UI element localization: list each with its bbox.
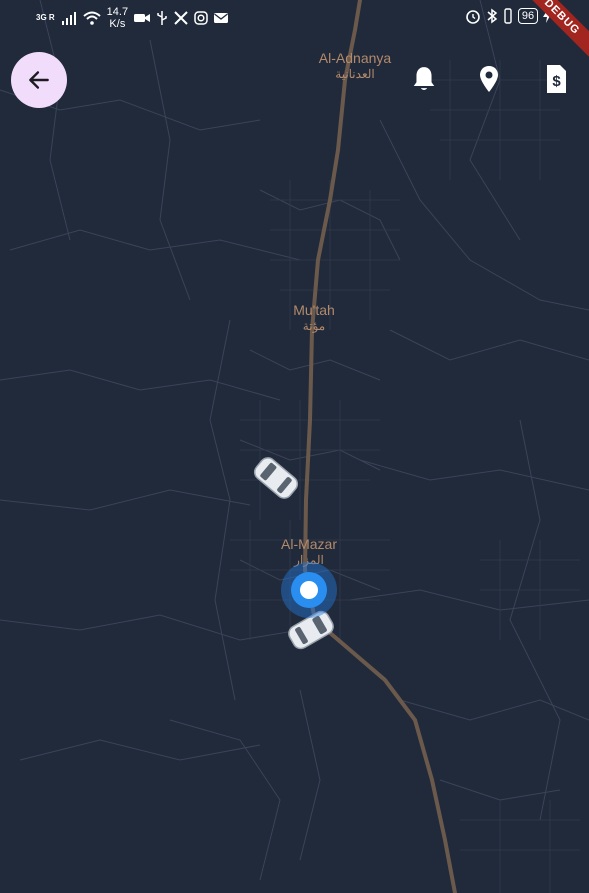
arrow-left-icon bbox=[29, 71, 49, 89]
notifications-button[interactable] bbox=[410, 64, 438, 94]
x-twitter-icon bbox=[174, 11, 188, 25]
place-label-al-adnanya: Al-Adnanya العدنانية bbox=[318, 50, 392, 81]
status-bar-left: 3G R 14.7 K/s bbox=[36, 6, 229, 30]
back-button[interactable] bbox=[11, 52, 67, 108]
vibrate-icon bbox=[504, 8, 512, 24]
mail-icon bbox=[214, 13, 229, 23]
place-label-mutah: Mu'tah مؤتة bbox=[293, 302, 335, 333]
alarm-icon bbox=[466, 10, 480, 24]
location-button[interactable] bbox=[475, 64, 503, 94]
bluetooth-icon bbox=[487, 8, 498, 24]
wifi-icon bbox=[83, 11, 101, 25]
video-camera-icon bbox=[134, 14, 151, 22]
network-speed: 14.7 K/s bbox=[106, 6, 129, 30]
map-view[interactable] bbox=[0, 0, 589, 893]
current-location-marker bbox=[281, 562, 337, 618]
instagram-icon bbox=[194, 11, 208, 25]
location-dot-core bbox=[300, 581, 318, 599]
app-screen: Al-Adnanya العدنانية Mu'tah مؤتة Al-Maza… bbox=[0, 0, 589, 893]
svg-text:$: $ bbox=[552, 73, 561, 90]
battery-level: 96 bbox=[517, 8, 539, 24]
payment-button[interactable]: $ bbox=[542, 64, 570, 94]
status-bar: 3G R 14.7 K/s 96 bbox=[0, 0, 589, 36]
car-marker[interactable] bbox=[246, 448, 306, 508]
signal-icon bbox=[61, 12, 76, 25]
map-pin-icon bbox=[480, 66, 498, 92]
usb-icon bbox=[157, 11, 167, 25]
bell-icon bbox=[413, 67, 435, 91]
network-type: 3G R bbox=[36, 13, 55, 22]
receipt-dollar-icon: $ bbox=[547, 65, 566, 93]
